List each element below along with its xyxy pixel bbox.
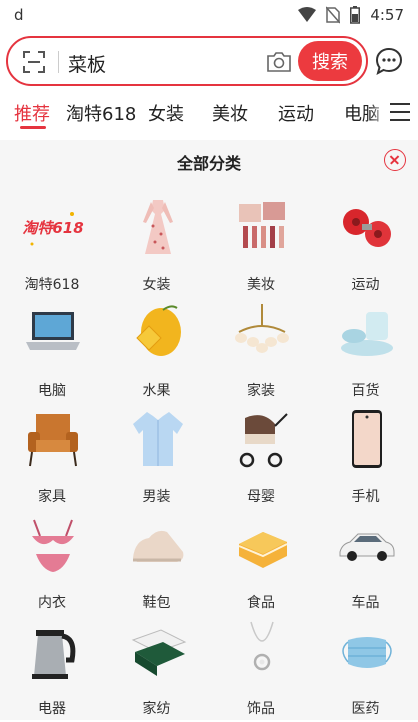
category-label: 鞋包 — [105, 592, 209, 612]
camera-icon[interactable] — [266, 50, 292, 74]
tab-taote618[interactable]: 淘特618 — [66, 100, 136, 126]
category-label: 淘特618 — [0, 274, 104, 294]
active-tab-indicator — [20, 126, 46, 129]
face-mask-icon — [336, 620, 398, 682]
category-jewelry[interactable]: 饰品 — [209, 616, 314, 722]
tabs-fade — [370, 92, 388, 138]
taote618-logo-icon: 淘特618 — [22, 196, 84, 258]
dish-set-icon — [336, 302, 398, 364]
category-label: 家具 — [0, 486, 104, 506]
mango-icon — [127, 302, 189, 364]
sneaker-icon — [127, 514, 189, 576]
category-label: 医药 — [314, 698, 418, 718]
category-taote618[interactable]: 淘特618 淘特618 — [0, 192, 105, 298]
svg-text:淘特618: 淘特618 — [22, 219, 83, 237]
app-indicator: d — [14, 6, 24, 24]
category-medicine[interactable]: 医药 — [314, 616, 418, 722]
armchair-icon — [22, 408, 84, 470]
category-tabs: 推荐 淘特618 女装 美妆 运动 电脑 — [0, 92, 418, 138]
panel-title: 全部分类 — [0, 150, 418, 174]
all-categories-panel: 全部分类 淘特618 淘特618 女装 — [0, 140, 418, 720]
category-label: 母婴 — [209, 486, 313, 506]
category-phone[interactable]: 手机 — [314, 404, 418, 510]
floral-dress-icon — [127, 196, 189, 258]
category-baby[interactable]: 母婴 — [209, 404, 314, 510]
category-label: 女装 — [105, 274, 209, 294]
message-icon[interactable] — [374, 46, 404, 76]
category-food[interactable]: 食品 — [209, 510, 314, 616]
search-box[interactable]: 搜索 — [6, 36, 368, 86]
tab-womens[interactable]: 女装 — [148, 100, 184, 126]
shirt-icon — [127, 408, 189, 470]
category-grid: 淘特618 淘特618 女装 — [0, 192, 418, 722]
category-fruit[interactable]: 水果 — [105, 298, 210, 404]
lingerie-icon — [22, 514, 84, 576]
category-home-textiles[interactable]: 家纺 — [105, 616, 210, 722]
red-dumbbells-icon — [336, 196, 398, 258]
stroller-icon — [231, 408, 293, 470]
tab-recommend[interactable]: 推荐 — [14, 100, 50, 126]
close-icon[interactable] — [384, 149, 406, 171]
category-label: 美妆 — [209, 274, 313, 294]
category-general-goods[interactable]: 百货 — [314, 298, 418, 404]
category-computer[interactable]: 电脑 — [0, 298, 105, 404]
no-sim-icon — [326, 6, 340, 24]
status-bar: d 4:57 — [0, 0, 418, 30]
kettle-icon — [22, 620, 84, 682]
scan-icon[interactable] — [22, 50, 46, 74]
chandelier-icon — [231, 302, 293, 364]
wifi-icon — [298, 7, 316, 23]
category-label: 男装 — [105, 486, 209, 506]
search-divider — [58, 51, 59, 73]
category-home-decor[interactable]: 家装 — [209, 298, 314, 404]
menu-icon[interactable] — [388, 99, 412, 125]
category-beauty[interactable]: 美妆 — [209, 192, 314, 298]
clock: 4:57 — [370, 6, 404, 24]
category-label: 运动 — [314, 274, 418, 294]
battery-icon — [350, 6, 360, 24]
category-shoes-bags[interactable]: 鞋包 — [105, 510, 210, 616]
tab-sports[interactable]: 运动 — [278, 100, 314, 126]
category-label: 饰品 — [209, 698, 313, 718]
category-womens[interactable]: 女装 — [105, 192, 210, 298]
makeup-palette-icon — [231, 196, 293, 258]
category-car[interactable]: 车品 — [314, 510, 418, 616]
category-underwear[interactable]: 内衣 — [0, 510, 105, 616]
cake-icon — [231, 514, 293, 576]
category-label: 水果 — [105, 380, 209, 400]
category-furniture[interactable]: 家具 — [0, 404, 105, 510]
search-input[interactable] — [66, 48, 260, 78]
category-label: 食品 — [209, 592, 313, 612]
category-label: 家纺 — [105, 698, 209, 718]
status-icons: 4:57 — [298, 6, 404, 24]
search-row: 搜索 — [0, 36, 418, 92]
smartphone-icon — [336, 408, 398, 470]
category-label: 电器 — [0, 698, 104, 718]
category-label: 家装 — [209, 380, 313, 400]
laptop-icon — [22, 302, 84, 364]
category-label: 电脑 — [0, 380, 104, 400]
tab-beauty[interactable]: 美妆 — [212, 100, 248, 126]
category-label: 手机 — [314, 486, 418, 506]
necklace-icon — [231, 620, 293, 682]
bedding-icon — [127, 620, 189, 682]
category-label: 内衣 — [0, 592, 104, 612]
search-button[interactable]: 搜索 — [298, 41, 362, 81]
car-icon — [336, 514, 398, 576]
category-label: 百货 — [314, 380, 418, 400]
category-label: 车品 — [314, 592, 418, 612]
category-appliances[interactable]: 电器 — [0, 616, 105, 722]
category-mens[interactable]: 男装 — [105, 404, 210, 510]
category-sports[interactable]: 运动 — [314, 192, 418, 298]
